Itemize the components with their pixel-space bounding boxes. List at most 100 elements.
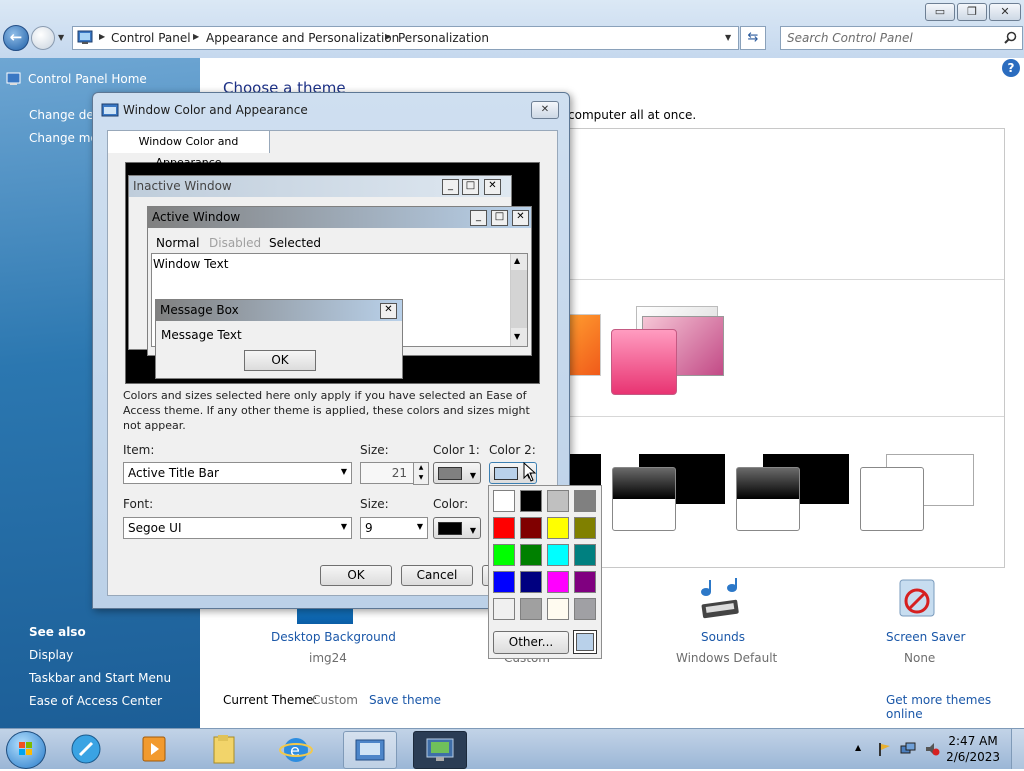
taskbar-internet-explorer[interactable]: e xyxy=(270,731,322,767)
color-swatch[interactable] xyxy=(547,517,569,539)
preview-menu-selected: Selected xyxy=(269,236,322,250)
theme-thumbnail-pink[interactable] xyxy=(611,329,677,395)
theme-thumbnail-high-contrast-white[interactable] xyxy=(860,467,924,531)
screen-saver-link[interactable]: Screen Saver xyxy=(886,630,965,644)
color-swatch[interactable] xyxy=(574,517,596,539)
color-swatch[interactable] xyxy=(493,544,515,566)
sounds-icon[interactable] xyxy=(696,578,744,622)
taskbar-media-player[interactable] xyxy=(128,731,180,767)
size-spin-buttons[interactable]: ▲ ▼ xyxy=(413,462,429,485)
font-size-select[interactable]: 9 ▼ xyxy=(360,517,428,539)
color-swatch[interactable] xyxy=(574,490,596,512)
preview-close-icon: ✕ xyxy=(380,303,397,319)
color-swatch[interactable] xyxy=(547,571,569,593)
sounds-link[interactable]: Sounds xyxy=(701,630,745,644)
taskbar-explorer[interactable] xyxy=(198,731,250,767)
theme-list[interactable] xyxy=(563,128,1005,568)
address-dropdown-icon[interactable]: ▼ xyxy=(725,33,731,42)
restore-button[interactable]: ❐ xyxy=(957,3,987,21)
help-icon[interactable]: ? xyxy=(1002,59,1020,77)
color-swatch[interactable] xyxy=(574,571,596,593)
breadcrumb-personalization[interactable]: Personalization xyxy=(398,31,489,45)
color-swatch[interactable] xyxy=(493,571,515,593)
color-swatch[interactable] xyxy=(493,490,515,512)
color1-button[interactable]: ▼ xyxy=(433,462,481,484)
color-swatch[interactable] xyxy=(520,517,542,539)
tab-window-color-and-appearance[interactable]: Window Color and Appearance xyxy=(107,130,270,169)
color-swatch[interactable] xyxy=(574,598,596,620)
color-swatch[interactable] xyxy=(520,544,542,566)
taskbar-control-panel[interactable] xyxy=(343,731,397,769)
font-select[interactable]: Segoe UI ▼ xyxy=(123,517,352,539)
current-color-fill xyxy=(576,633,594,651)
see-also-heading: See also xyxy=(29,625,86,639)
chevron-down-icon: ▼ xyxy=(469,526,476,535)
forward-button[interactable] xyxy=(31,26,55,50)
restore-icon: ❐ xyxy=(967,5,977,18)
color-swatch[interactable] xyxy=(520,490,542,512)
close-button[interactable]: ✕ xyxy=(989,3,1021,21)
theme-thumbnail-high-contrast-1[interactable] xyxy=(612,467,676,531)
control-panel-home-link[interactable]: Control Panel Home xyxy=(28,72,147,86)
ok-button[interactable]: OK xyxy=(320,565,392,586)
get-more-themes-link[interactable]: Get more themes online xyxy=(886,693,1024,721)
color-swatch[interactable] xyxy=(493,517,515,539)
dialog-title: Window Color and Appearance xyxy=(123,103,308,117)
color1-label: Color 1: xyxy=(433,443,480,457)
breadcrumb-control-panel[interactable]: Control Panel xyxy=(111,31,191,45)
preview-scrollbar: ▲ ▼ xyxy=(510,254,527,346)
nav-link-change-mouse-pointers[interactable]: Change mo xyxy=(29,131,98,145)
color-swatch[interactable] xyxy=(547,598,569,620)
other-colors-button[interactable]: Other... xyxy=(493,631,569,654)
theme-thumbnail-partial[interactable] xyxy=(569,314,601,376)
theme-group-divider xyxy=(564,279,1004,280)
see-also-ease-of-access-link[interactable]: Ease of Access Center xyxy=(29,694,162,708)
size-label: Size: xyxy=(360,443,389,457)
save-theme-link[interactable]: Save theme xyxy=(369,693,441,707)
volume-muted-icon[interactable] xyxy=(924,741,940,757)
mouse-cursor-icon xyxy=(523,462,537,482)
search-input[interactable]: Search Control Panel xyxy=(780,26,1023,50)
color-swatch[interactable] xyxy=(547,490,569,512)
show-desktop-button[interactable] xyxy=(1011,729,1024,769)
network-icon[interactable] xyxy=(900,741,916,757)
preview-menu-disabled: Disabled xyxy=(209,236,262,250)
app-circle-icon xyxy=(71,734,101,764)
address-field[interactable]: ▶ Control Panel ▶ Appearance and Persona… xyxy=(72,26,739,50)
chevron-down-icon: ▼ xyxy=(340,467,347,476)
refresh-button[interactable]: ⇆ xyxy=(740,26,766,50)
back-button[interactable]: ← xyxy=(3,25,29,51)
breadcrumb-appearance[interactable]: Appearance and Personalization xyxy=(206,31,399,45)
screen-saver-icon[interactable] xyxy=(896,576,940,624)
color2-swatch xyxy=(494,467,518,480)
color-swatch[interactable] xyxy=(493,598,515,620)
taskbar-app-1[interactable] xyxy=(60,731,112,767)
theme-group-divider xyxy=(564,416,1004,417)
item-select[interactable]: Active Title Bar ▼ xyxy=(123,462,352,484)
color-swatch[interactable] xyxy=(520,571,542,593)
recent-pages-dropdown[interactable]: ▼ xyxy=(58,33,64,42)
breadcrumb-separator: ▶ xyxy=(385,32,392,41)
color-swatch[interactable] xyxy=(520,598,542,620)
color-picker-popup: Other... xyxy=(488,485,602,659)
action-center-flag-icon[interactable] xyxy=(876,741,892,757)
start-button[interactable] xyxy=(6,731,46,769)
font-color-button[interactable]: ▼ xyxy=(433,517,481,539)
current-theme-value: Custom xyxy=(312,693,358,707)
system-clock[interactable]: 2:47 AM 2/6/2023 xyxy=(946,733,1000,765)
show-hidden-icons-icon[interactable]: ▲ xyxy=(855,743,861,752)
see-also-taskbar-link[interactable]: Taskbar and Start Menu xyxy=(29,671,171,685)
color-swatch[interactable] xyxy=(574,544,596,566)
nav-link-change-desktop-icons[interactable]: Change des xyxy=(29,108,100,122)
taskbar-personalization[interactable] xyxy=(413,731,467,769)
cancel-button[interactable]: Cancel xyxy=(401,565,473,586)
folder-icon xyxy=(213,735,235,764)
theme-thumbnail-high-contrast-2[interactable] xyxy=(736,467,800,531)
desktop-background-link[interactable]: Desktop Background xyxy=(271,630,396,644)
size-stepper[interactable]: 21 xyxy=(360,462,414,484)
dialog-close-button[interactable]: ✕ xyxy=(531,101,559,119)
see-also-display-link[interactable]: Display xyxy=(29,648,73,662)
scroll-thumb xyxy=(511,270,527,328)
color-swatch[interactable] xyxy=(547,544,569,566)
minimize-button[interactable]: ▭ xyxy=(925,3,955,21)
